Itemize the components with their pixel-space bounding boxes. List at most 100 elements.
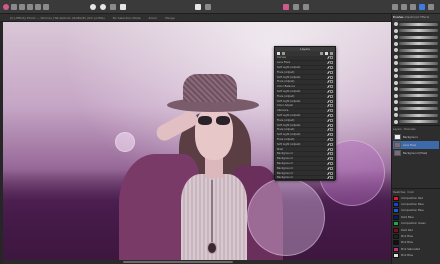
visibility-checkbox[interactable]: [330, 89, 333, 93]
assistant-icon[interactable]: [401, 4, 407, 10]
brush-tip-icon: [394, 87, 398, 92]
tab-color[interactable]: Color: [407, 191, 414, 194]
delete-layer-icon[interactable]: [330, 52, 333, 55]
merge-button[interactable]: Merge: [165, 16, 174, 20]
brush-preset[interactable]: [394, 100, 438, 105]
visibility-checkbox[interactable]: [330, 94, 333, 98]
brush-preset[interactable]: [394, 35, 438, 40]
visibility-checkbox[interactable]: [330, 61, 333, 65]
brush-stroke-preview: [399, 120, 438, 124]
swatch-item[interactable]: Pink Blue: [393, 253, 440, 259]
snapping-icon[interactable]: [205, 4, 211, 10]
studio-icon[interactable]: [392, 4, 398, 10]
selection-status: No Selection Made: [112, 15, 141, 20]
scrollbar-thumb[interactable]: [123, 261, 233, 263]
brush-preset[interactable]: [394, 48, 438, 53]
view-icon[interactable]: [428, 4, 434, 10]
quickmask-icon[interactable]: [303, 4, 309, 10]
persona-liquify-icon[interactable]: [19, 3, 25, 10]
swatch-name: Pink Saturated: [401, 247, 421, 251]
brush-preset[interactable]: [394, 41, 438, 47]
visibility-checkbox[interactable]: [330, 161, 333, 165]
brush-tip-icon: [394, 35, 398, 40]
persona-export-icon[interactable]: [43, 3, 49, 10]
visibility-checkbox[interactable]: [330, 113, 333, 117]
brush-tip-icon: [394, 106, 398, 111]
undo-icon[interactable]: [90, 4, 96, 10]
layer-name: Flare (Adjust): [277, 137, 295, 141]
brush-preset[interactable]: [394, 106, 438, 112]
persona-develop-icon[interactable]: [27, 3, 33, 10]
persona-photo-icon[interactable]: [11, 3, 17, 10]
brush-preset[interactable]: [394, 80, 438, 86]
visibility-checkbox[interactable]: [330, 147, 333, 151]
tab-channels[interactable]: Channels: [404, 128, 416, 131]
tab-layers[interactable]: Layers: [393, 128, 402, 131]
layer-item[interactable]: Lens Flare: [393, 141, 439, 149]
swatch-name: Composition Blue: [401, 203, 424, 207]
brush-preset[interactable]: [394, 113, 438, 118]
arrange-icon[interactable]: [110, 4, 116, 10]
visibility-checkbox[interactable]: [330, 176, 333, 180]
opacity-icon[interactable]: [282, 52, 285, 55]
layer-thumbnail: [394, 142, 401, 148]
brush-preset[interactable]: [394, 28, 438, 34]
visibility-checkbox[interactable]: [330, 75, 333, 79]
visibility-checkbox[interactable]: [330, 171, 333, 175]
layer-row[interactable]: Background: [275, 176, 335, 181]
visibility-checkbox[interactable]: [330, 157, 333, 161]
swatch-name: Pink Blue: [401, 235, 413, 239]
brush-preset[interactable]: [394, 93, 438, 99]
app-logo-icon[interactable]: [3, 3, 9, 10]
brush-preset[interactable]: [394, 22, 438, 27]
persona-tone-icon[interactable]: [35, 3, 41, 10]
brush-preset[interactable]: [394, 119, 438, 125]
brush-preset[interactable]: [394, 54, 438, 60]
brush-tip-icon: [394, 80, 398, 85]
context-toolbar: [U] Affinity Photo — Woman_Hat.afphoto (…: [0, 14, 440, 22]
brush-preset[interactable]: [394, 61, 438, 66]
layer-item[interactable]: Background: [393, 133, 439, 141]
lock-icon[interactable]: [320, 52, 323, 55]
visibility-checkbox[interactable]: [330, 85, 333, 89]
visibility-checkbox[interactable]: [330, 70, 333, 74]
tab-swatches[interactable]: Swatches: [393, 191, 405, 194]
tab-adjustment[interactable]: Adjustment: [404, 16, 419, 19]
visibility-checkbox[interactable]: [330, 123, 333, 127]
visibility-checkbox[interactable]: [330, 137, 333, 141]
brush-preset[interactable]: [394, 67, 438, 73]
brush-preset[interactable]: [394, 87, 438, 92]
brush-tip-icon: [394, 93, 398, 98]
horizontal-scrollbar[interactable]: [3, 260, 391, 264]
visibility-checkbox[interactable]: [330, 65, 333, 69]
blend-mode-icon[interactable]: [277, 52, 280, 55]
mask-icon[interactable]: [293, 4, 299, 10]
visibility-checkbox[interactable]: [330, 152, 333, 156]
add-layer-icon[interactable]: [325, 52, 328, 55]
color-wheel-icon[interactable]: [195, 4, 201, 10]
visibility-checkbox[interactable]: [330, 56, 333, 60]
swatches-panel: Swatches Color Composition Red Compositio…: [392, 188, 440, 264]
settings-icon[interactable]: [410, 4, 416, 10]
mode-icon[interactable]: [120, 4, 126, 10]
pink-swatch-icon[interactable]: [283, 4, 289, 10]
swatch-color: [393, 214, 399, 220]
redo-icon[interactable]: [100, 4, 106, 10]
help-icon[interactable]: [419, 4, 425, 10]
brush-preset[interactable]: [394, 74, 438, 79]
visibility-checkbox[interactable]: [330, 133, 333, 137]
layer-item[interactable]: Background (Pixel): [393, 149, 439, 157]
visibility-checkbox[interactable]: [330, 128, 333, 132]
swatch-name: Composition Green: [401, 222, 426, 226]
visibility-checkbox[interactable]: [330, 166, 333, 170]
visibility-checkbox[interactable]: [330, 99, 333, 103]
visibility-checkbox[interactable]: [330, 104, 333, 108]
tab-brushes[interactable]: Brushes: [393, 16, 403, 19]
visibility-checkbox[interactable]: [330, 118, 333, 122]
visibility-checkbox[interactable]: [330, 142, 333, 146]
tab-effects[interactable]: Effects: [420, 16, 429, 19]
swatch-name: Dark Blue: [401, 215, 414, 219]
visibility-checkbox[interactable]: [330, 80, 333, 84]
visibility-checkbox[interactable]: [330, 109, 333, 113]
zoom-button[interactable]: Zoom: [149, 16, 158, 20]
